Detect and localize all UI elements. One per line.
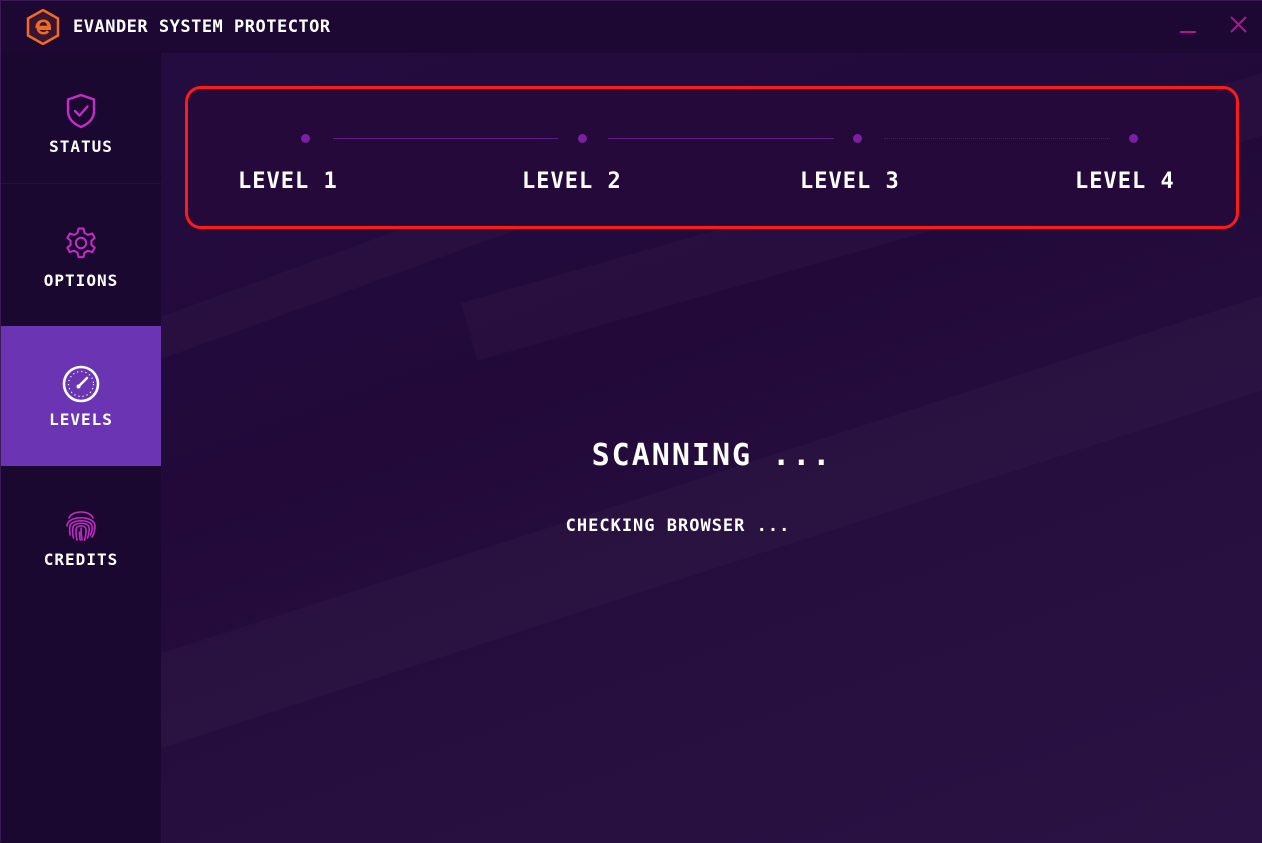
sidebar-item-label: OPTIONS xyxy=(43,270,119,290)
scan-status-text: CHECKING BROWSER ... xyxy=(565,516,791,536)
sidebar-item-credits[interactable]: CREDITS xyxy=(1,466,161,606)
level-label-1: LEVEL 1 xyxy=(238,169,338,194)
level-dot xyxy=(1129,134,1138,143)
shield-check-icon xyxy=(66,93,96,128)
level-connector xyxy=(608,138,834,139)
level-connector xyxy=(884,138,1110,139)
levels-progress-panel: LEVEL 1 LEVEL 2 LEVEL 3 LEVEL 4 xyxy=(185,86,1239,229)
minimize-icon[interactable] xyxy=(1173,11,1203,41)
sidebar-nav: STATUS OPTIONS LEVELS CREDITS xyxy=(1,53,161,843)
close-icon[interactable] xyxy=(1224,11,1254,41)
scan-title: SCANNING ... xyxy=(591,438,833,473)
level-label-3: LEVEL 3 xyxy=(800,169,900,194)
sidebar-item-levels[interactable]: LEVELS xyxy=(1,326,161,466)
fingerprint-icon xyxy=(66,510,96,541)
level-label-2: LEVEL 2 xyxy=(522,169,622,194)
level-label-4: LEVEL 4 xyxy=(1075,169,1175,194)
sidebar-item-status[interactable]: STATUS xyxy=(1,53,161,193)
sidebar-divider xyxy=(1,183,161,184)
app-window: EVANDER SYSTEM PROTECTOR STATUS OPTIONS … xyxy=(0,0,1262,843)
level-dot xyxy=(578,134,587,143)
sidebar-item-options[interactable]: OPTIONS xyxy=(1,187,161,327)
sidebar-item-label: CREDITS xyxy=(43,549,119,569)
app-title: EVANDER SYSTEM PROTECTOR xyxy=(73,17,331,37)
level-dot xyxy=(853,134,862,143)
gear-icon xyxy=(66,227,96,258)
main-content: LEVEL 1 LEVEL 2 LEVEL 3 LEVEL 4 SCANNING… xyxy=(161,53,1262,843)
evander-e-logo-icon xyxy=(26,9,60,45)
sidebar-item-label: LEVELS xyxy=(49,409,113,429)
background-streak xyxy=(161,240,1262,758)
title-bar[interactable]: EVANDER SYSTEM PROTECTOR xyxy=(1,1,1262,53)
level-connector xyxy=(333,138,558,139)
sidebar-item-label: STATUS xyxy=(49,136,113,156)
level-dot xyxy=(301,134,310,143)
gauge-icon xyxy=(62,365,100,402)
